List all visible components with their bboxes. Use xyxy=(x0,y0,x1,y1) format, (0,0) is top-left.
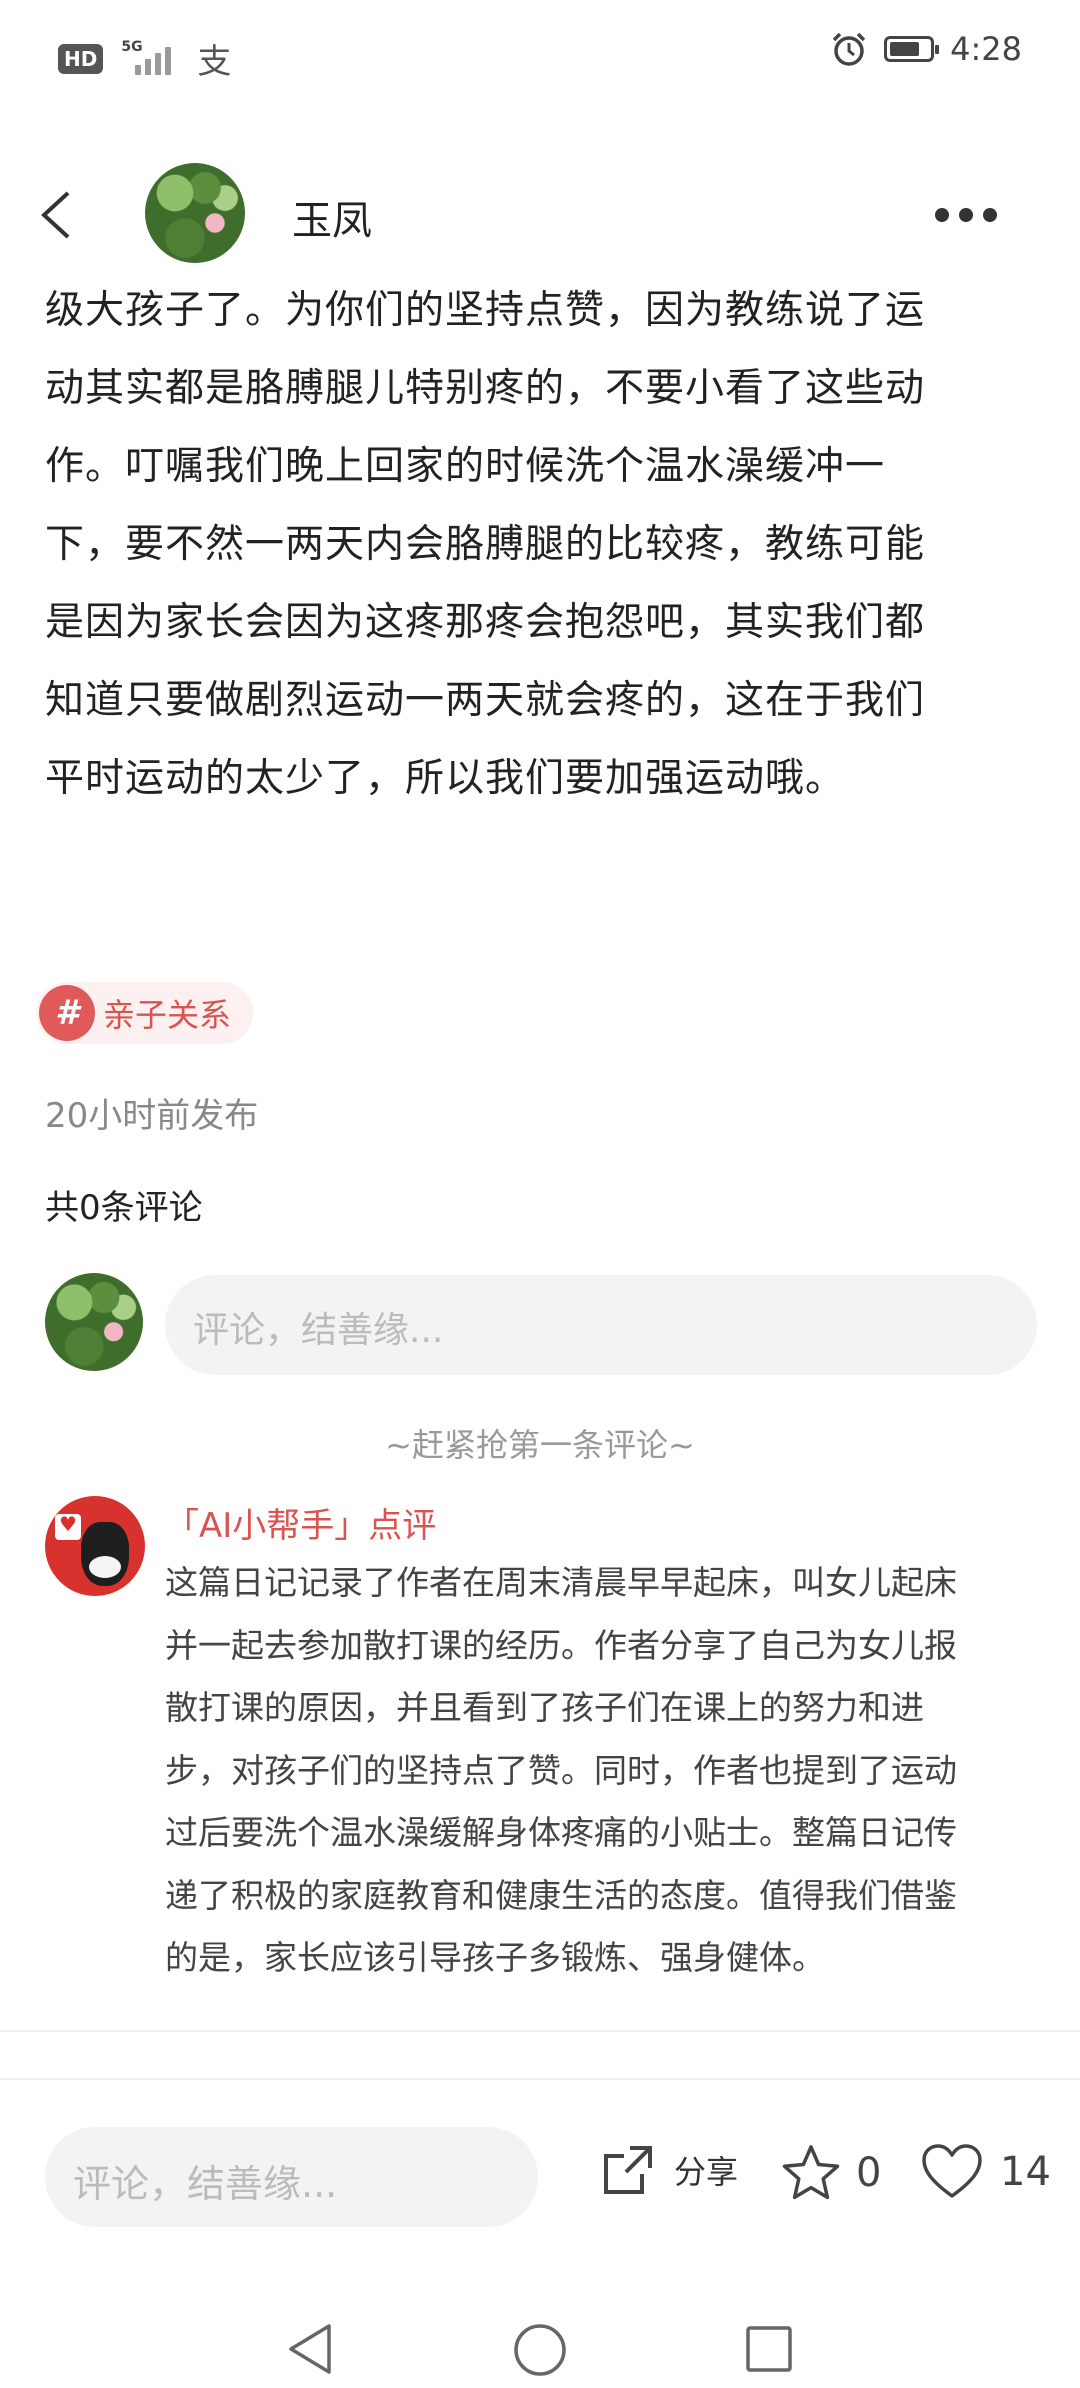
ai-review-line: 散打课的原因，并且看到了孩子们在课上的努力和进 xyxy=(165,1688,924,1727)
bottom-comment-placeholder: 评论，结善缘... xyxy=(73,2162,338,2206)
like-count: 14 xyxy=(1000,2149,1051,2195)
more-dot-icon xyxy=(935,208,949,222)
favorite-button[interactable]: 0 xyxy=(780,2142,881,2204)
alarm-icon xyxy=(832,32,866,66)
favorite-count: 0 xyxy=(856,2150,882,2196)
ai-review-line: 这篇日记记录了作者在周末清晨早早起床，叫女儿起床 xyxy=(165,1563,957,1602)
article-body: 级大孩子了。为你们的坚持点赞，因为教练说了运 动其实都是胳膊腿儿特别疼的，不要小… xyxy=(45,272,1045,818)
first-comment-tip: ~赶紧抢第一条评论~ xyxy=(385,1426,695,1464)
comment-input-placeholder: 评论，结善缘... xyxy=(193,1310,444,1351)
topic-tag-label: 亲子关系 xyxy=(103,996,232,1034)
topic-tag[interactable]: # 亲子关系 xyxy=(36,982,254,1044)
more-dot-icon xyxy=(983,208,997,222)
share-icon xyxy=(604,2146,652,2194)
share-label: 分享 xyxy=(674,2153,739,2191)
ai-review-line: 并一起去参加散打课的经历。作者分享了自己为女儿报 xyxy=(165,1625,957,1665)
battery-icon xyxy=(884,36,940,62)
ai-review-line: 过后要洗个温水澡缓解身体疼痛的小贴士。整篇日记传 xyxy=(165,1813,957,1852)
dog-snout-icon xyxy=(89,1556,121,1578)
nav-home-icon[interactable] xyxy=(512,2322,568,2378)
more-options-button[interactable] xyxy=(935,195,1015,235)
like-button[interactable]: 14 xyxy=(920,2142,1051,2202)
ai-review-title: 「AI小帮手」点评 xyxy=(165,1506,437,1546)
article-line: 是因为家长会因为这疼那疼会抱怨吧，其实我们都 xyxy=(45,600,926,645)
network-type-label: 5G xyxy=(121,38,143,55)
ai-review-body: 这篇日记记录了作者在周末清晨早早起床，叫女儿起床 并一起去参加散打课的经历。作者… xyxy=(165,1552,1045,1990)
article-line: 作。叮嘱我们晚上回家的时候洗个温水澡缓冲一 xyxy=(45,444,886,489)
divider xyxy=(0,2078,1080,2080)
article-line: 级大孩子了。为你们的坚持点赞，因为教练说了运 xyxy=(45,288,926,333)
chevron-left-icon xyxy=(41,191,70,239)
article-line: 动其实都是胳膊腿儿特别疼的，不要小看了这些动 xyxy=(45,366,926,411)
comment-input[interactable]: 评论，结善缘... xyxy=(165,1275,1037,1375)
ai-review-line: 步，对孩子们的坚持点了赞。同时，作者也提到了运动 xyxy=(165,1750,957,1790)
heart-icon xyxy=(922,2144,982,2198)
ai-review-line: 递了积极的家庭教育和健康生活的态度。值得我们借鉴 xyxy=(165,1875,957,1915)
signal-icon: 5G xyxy=(121,39,179,79)
publish-time: 20小时前发布 xyxy=(45,1096,259,1136)
bottom-comment-input[interactable]: 评论，结善缘... xyxy=(45,2127,538,2227)
hd-badge: HD xyxy=(58,43,104,74)
system-nav-bar xyxy=(0,2280,1080,2388)
status-bar: HD 5G 支 4:28 xyxy=(0,0,1080,110)
back-button[interactable] xyxy=(30,185,90,245)
heart-sign-icon xyxy=(55,1512,81,1540)
nav-recents-icon[interactable] xyxy=(744,2324,794,2374)
clock: 4:28 xyxy=(950,30,1022,68)
article-line: 知道只要做剧烈运动一两天就会疼的，这在于我们 xyxy=(45,678,926,723)
alipay-icon: 支 xyxy=(197,42,232,82)
user-avatar xyxy=(45,1273,143,1371)
article-line: 平时运动的太少了，所以我们要加强运动哦。 xyxy=(45,756,846,801)
share-button[interactable]: 分享 xyxy=(600,2142,738,2198)
comment-count: 共0条评论 xyxy=(45,1188,203,1228)
article-line: 下，要不然一两天内会胳膊腿的比较疼，教练可能 xyxy=(45,522,926,567)
status-left: HD 5G 支 xyxy=(58,34,231,83)
ai-helper-avatar xyxy=(45,1496,145,1596)
ai-review-line: 的是，家长应该引导孩子多锻炼、强身健体。 xyxy=(165,1938,825,1977)
divider xyxy=(0,2030,1080,2032)
nav-back-icon[interactable] xyxy=(285,2322,335,2376)
status-right: 4:28 xyxy=(830,30,1022,68)
star-icon xyxy=(782,2145,840,2200)
author-name[interactable]: 玉凤 xyxy=(292,188,372,246)
more-dot-icon xyxy=(959,208,973,222)
author-avatar[interactable] xyxy=(145,163,245,263)
battery-level xyxy=(890,42,920,56)
hashtag-icon: # xyxy=(39,985,95,1041)
